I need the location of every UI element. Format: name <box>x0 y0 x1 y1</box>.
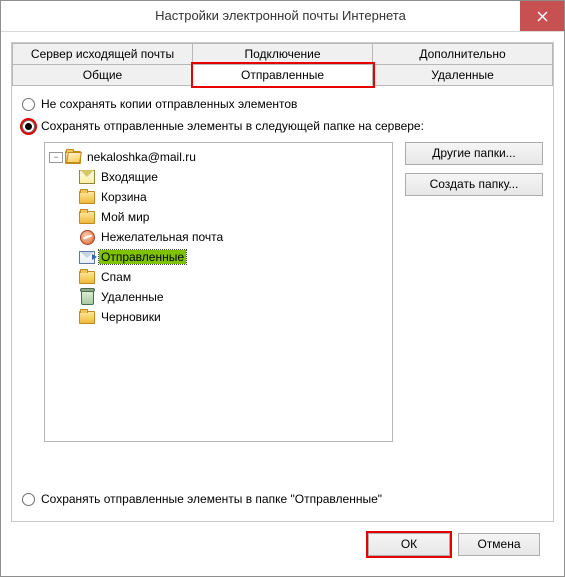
tab-connection[interactable]: Подключение <box>193 43 373 65</box>
close-icon <box>537 11 548 22</box>
window-title: Настройки электронной почты Интернета <box>1 1 520 31</box>
tree-item[interactable]: Удаленные <box>49 287 392 307</box>
tab-advanced[interactable]: Дополнительно <box>373 43 553 65</box>
tab-row-1: Сервер исходящей почты Подключение Допол… <box>12 43 553 65</box>
tab-general[interactable]: Общие <box>12 64 193 86</box>
titlebar: Настройки электронной почты Интернета <box>1 1 564 32</box>
tab-row-2: Общие Отправленные Удаленные <box>12 64 553 86</box>
tree-item[interactable]: Входящие <box>49 167 392 187</box>
tree-item[interactable]: Корзина <box>49 187 392 207</box>
side-buttons: Другие папки... Создать папку... <box>405 142 543 481</box>
tree-item-label: Удаленные <box>99 290 166 304</box>
dialog-button-bar: ОК Отмена <box>11 522 554 566</box>
option-save-default[interactable]: Сохранять отправленные элементы в папке … <box>22 491 543 507</box>
folder-icon <box>79 311 95 324</box>
tree-root[interactable]: − nekaloshka@mail.ru <box>49 147 392 167</box>
option-label: Сохранять отправленные элементы в следую… <box>41 118 424 134</box>
radio-icon <box>22 120 35 133</box>
dialog-body: Сервер исходящей почты Подключение Допол… <box>1 32 564 576</box>
cancel-button[interactable]: Отмена <box>458 533 540 556</box>
sent-icon <box>79 251 95 264</box>
tree-item-label: Спам <box>99 270 133 284</box>
tree-item[interactable]: Отправленные <box>49 247 392 267</box>
tree-item-label: Черновики <box>99 310 163 324</box>
folder-picker-row: − nekaloshka@mail.ru Входящие Корзина Мой ми… <box>44 142 543 481</box>
tree-item[interactable]: Мой мир <box>49 207 392 227</box>
tree-item-label: Корзина <box>99 190 149 204</box>
tab-outgoing-server[interactable]: Сервер исходящей почты <box>12 43 193 65</box>
option-label: Сохранять отправленные элементы в папке … <box>41 491 382 507</box>
other-folders-button[interactable]: Другие папки... <box>405 142 543 165</box>
create-folder-button[interactable]: Создать папку... <box>405 173 543 196</box>
option-save-in-folder[interactable]: Сохранять отправленные элементы в следую… <box>22 118 543 134</box>
tab-frame: Сервер исходящей почты Подключение Допол… <box>11 42 554 522</box>
option-dont-save[interactable]: Не сохранять копии отправленных элементо… <box>22 96 543 112</box>
folder-icon <box>79 271 95 284</box>
folder-tree[interactable]: − nekaloshka@mail.ru Входящие Корзина Мой ми… <box>44 142 393 442</box>
tree-item[interactable]: Нежелательная почта <box>49 227 392 247</box>
tree-item[interactable]: Спам <box>49 267 392 287</box>
tab-sent[interactable]: Отправленные <box>193 64 373 86</box>
trash-icon <box>79 290 95 305</box>
tab-panel: Не сохранять копии отправленных элементо… <box>12 86 553 521</box>
tree-item-label: Отправленные <box>99 250 186 264</box>
tree-item-label: Входящие <box>99 170 160 184</box>
tree-item[interactable]: Черновики <box>49 307 392 327</box>
folder-open-icon <box>65 151 81 164</box>
tree-item-label: Нежелательная почта <box>99 230 225 244</box>
radio-icon <box>22 98 35 111</box>
close-button[interactable] <box>520 1 564 31</box>
tree-item-label: Мой мир <box>99 210 151 224</box>
inbox-icon <box>79 170 95 184</box>
option-label: Не сохранять копии отправленных элементо… <box>41 96 297 112</box>
folder-icon <box>79 211 95 224</box>
collapse-icon[interactable]: − <box>49 152 63 163</box>
settings-window: Настройки электронной почты Интернета Се… <box>0 0 565 577</box>
folder-icon <box>79 191 95 204</box>
tree-root-label: nekaloshka@mail.ru <box>85 150 198 164</box>
ok-button[interactable]: ОК <box>368 533 450 556</box>
tab-deleted[interactable]: Удаленные <box>373 64 553 86</box>
radio-icon <box>22 493 35 506</box>
junk-icon <box>79 230 95 245</box>
